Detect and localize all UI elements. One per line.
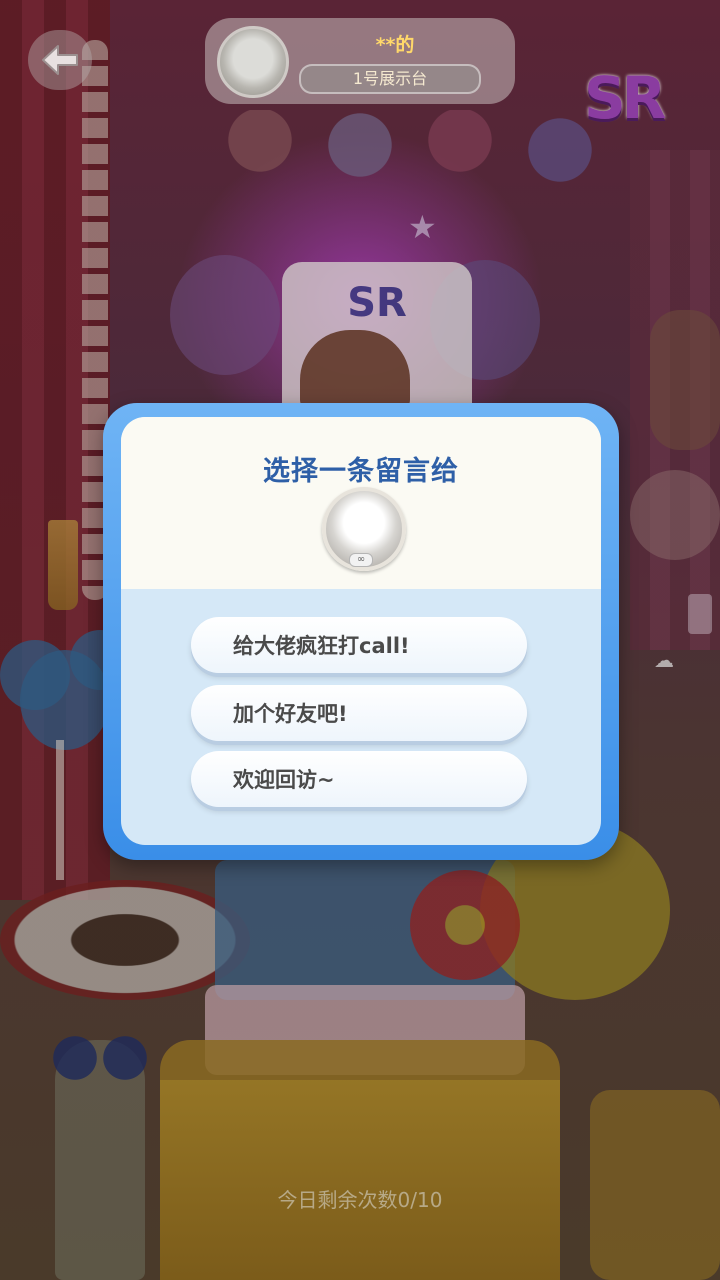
- flower-decoration: [410, 870, 520, 980]
- message-option-welcome-back[interactable]: 欢迎回访~: [191, 751, 527, 807]
- trampoline: [0, 880, 250, 1000]
- balloon-stick: [56, 740, 64, 880]
- dialog-title: 选择一条留言给: [263, 456, 459, 487]
- bear-figure: [650, 310, 720, 450]
- recipient-avatar-tag: ∞: [349, 553, 373, 567]
- sr-ticket-label: SR: [347, 280, 407, 326]
- message-option-label: 加个好友吧!: [233, 702, 348, 726]
- message-option-add-friend[interactable]: 加个好友吧!: [191, 685, 527, 741]
- curtain-tassel: [48, 520, 78, 610]
- message-dialog-body: 选择一条留言给 ∞ 给大佬疯狂打call! 加个好友吧! 欢迎回访~: [121, 417, 601, 845]
- pennant-banner: [200, 110, 620, 200]
- rarity-badge: SR: [584, 64, 666, 132]
- side-arrow-hint: [688, 594, 712, 634]
- message-option-cheer[interactable]: 给大佬疯狂打call!: [191, 617, 527, 673]
- cloud-icon: ☁: [654, 648, 674, 672]
- owner-info-panel: **的 1号展示台: [205, 18, 515, 104]
- mickey-ears: [50, 1030, 150, 1090]
- owner-avatar[interactable]: [217, 26, 289, 98]
- star-icon: ★: [408, 208, 437, 246]
- rose-decoration: [630, 470, 720, 560]
- back-arrow-icon: [42, 45, 78, 75]
- stage-label: 1号展示台: [299, 64, 481, 94]
- message-dialog: 选择一条留言给 ∞ 给大佬疯狂打call! 加个好友吧! 欢迎回访~: [103, 403, 619, 860]
- character-figure: [300, 330, 410, 410]
- message-option-label: 给大佬疯狂打call!: [233, 634, 410, 658]
- back-button[interactable]: [28, 30, 92, 90]
- message-option-label: 欢迎回访~: [233, 768, 335, 792]
- snow-globe-left: [170, 255, 280, 375]
- dialog-header: 选择一条留言给 ∞: [121, 417, 601, 589]
- cake-stand: [160, 1080, 560, 1280]
- owner-name: **的: [375, 34, 415, 56]
- daily-remaining-count: 今日剩余次数0/10: [277, 1188, 443, 1212]
